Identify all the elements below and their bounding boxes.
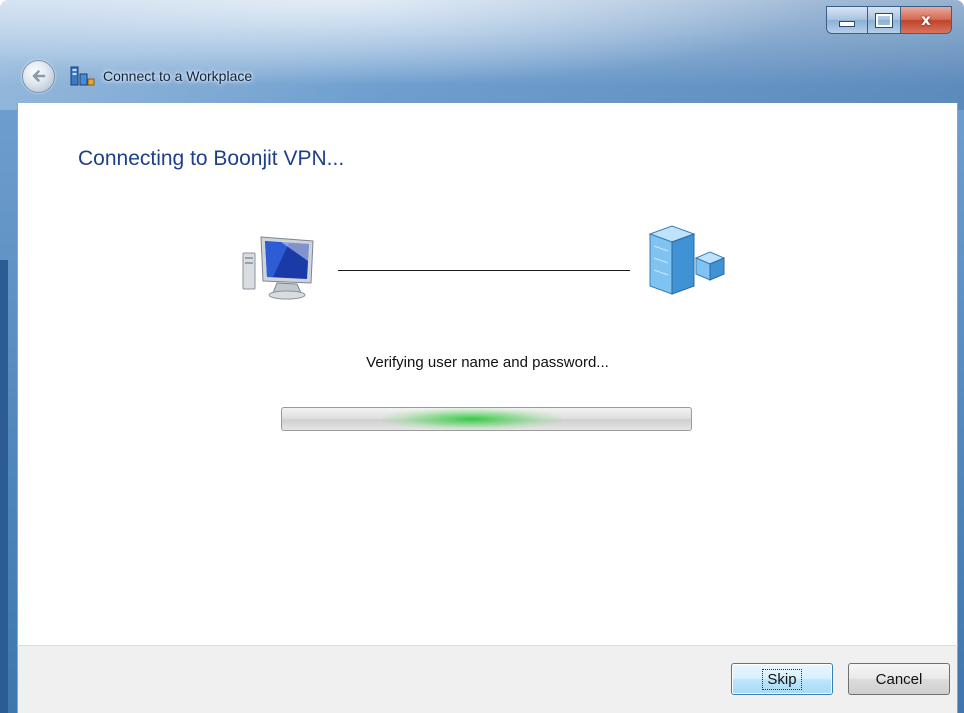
progress-bar: [281, 407, 692, 431]
window-title: Connect to a Workplace: [103, 68, 253, 84]
progress-marquee: [382, 408, 562, 430]
cancel-button[interactable]: Cancel: [848, 663, 950, 695]
title-bar: Connect to a Workplace: [22, 59, 252, 93]
minimize-button[interactable]: [827, 7, 868, 33]
maximize-icon: [875, 12, 893, 28]
close-icon: x: [921, 11, 931, 29]
connection-line: [338, 270, 630, 271]
wizard-content: Connecting to Boonjit VPN... Verifying u…: [17, 103, 958, 645]
skip-button[interactable]: Skip: [731, 663, 833, 695]
skip-button-label: Skip: [762, 668, 802, 690]
back-arrow-icon: [32, 70, 45, 82]
back-button[interactable]: [22, 59, 55, 93]
window-controls: x: [826, 6, 952, 34]
computer-icon: [242, 236, 314, 300]
close-button[interactable]: x: [901, 7, 951, 33]
server-icon: [648, 225, 726, 295]
window-edge: [0, 260, 8, 713]
window-frame: x Connect to a Workplace Connecting to B…: [0, 0, 964, 713]
maximize-button[interactable]: [868, 7, 901, 33]
page-title: Connecting to Boonjit VPN...: [78, 147, 345, 170]
button-bar: Skip Cancel: [17, 645, 958, 713]
minimize-icon: [839, 21, 855, 27]
workplace-network-icon: [70, 66, 95, 86]
status-text: Verifying user name and password...: [366, 354, 609, 371]
